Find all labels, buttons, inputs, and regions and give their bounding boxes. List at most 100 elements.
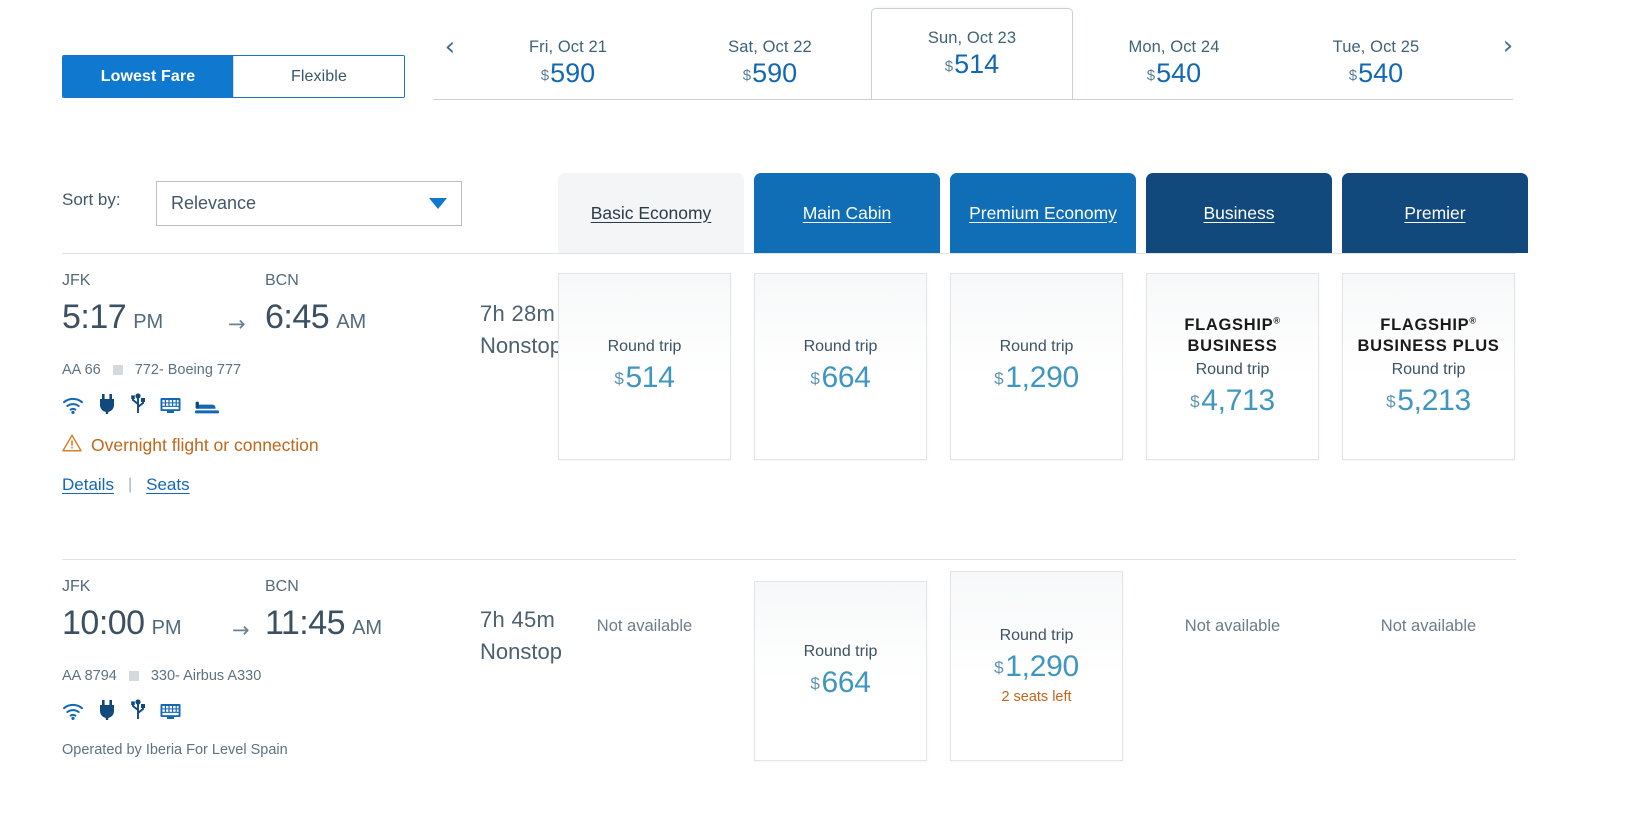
cabin-class-header: Basic Economy Main Cabin Premium Economy…: [0, 173, 1626, 253]
fare-cell-premium-economy: Round trip $1,290: [950, 273, 1123, 460]
seats-link[interactable]: Seats: [146, 475, 189, 495]
flight-duration-block: 7h 28m Nonstop: [480, 301, 562, 359]
fare-price-value: 664: [822, 666, 871, 699]
fare-toggle-lowest-fare[interactable]: Lowest Fare: [63, 56, 233, 97]
fare-price-value: 1,290: [1005, 361, 1079, 394]
overnight-warning: Overnight flight or connection: [62, 434, 319, 457]
date-tab-day: Fri, Oct 21: [529, 38, 607, 57]
date-tab-day: Sun, Oct 23: [928, 29, 1016, 48]
fare-price: $4,713: [1190, 384, 1275, 418]
flight-duration: 7h 45m: [480, 607, 562, 633]
fare-price-value: 1,290: [1005, 650, 1079, 683]
fare-unavailable-business: Not available: [1146, 617, 1319, 636]
date-tab-mon-oct-24[interactable]: Mon, Oct 24 $540: [1073, 25, 1275, 99]
top-bar: Lowest Fare Flexible ‹ Fri, Oct 21 $590 …: [0, 0, 1626, 120]
fare-cell-premium-economy: Round trip $1,290 2 seats left: [950, 571, 1123, 761]
fare-brand-name: FLAGSHIP® BUSINESS PLUS: [1357, 315, 1499, 356]
currency-symbol: $: [614, 369, 623, 388]
fare-card-business[interactable]: FLAGSHIP® BUSINESS Round trip $4,713: [1146, 273, 1319, 460]
fare-cell-business: FLAGSHIP® BUSINESS Round trip $4,713: [1146, 273, 1319, 460]
depart-time: 5:17 PM: [62, 298, 163, 337]
date-tab-price-value: 590: [752, 58, 797, 88]
fare-cell-main-cabin: Round trip $664: [754, 581, 927, 761]
fare-brand-name: FLAGSHIP® BUSINESS: [1184, 315, 1280, 356]
fare-price: $5,213: [1386, 384, 1471, 418]
currency-symbol: $: [810, 369, 819, 388]
depart-meridiem: PM: [133, 311, 163, 334]
depart-time: 10:00 PM: [62, 604, 182, 643]
fare-trip-label: Round trip: [1196, 361, 1270, 379]
cabin-tab-premium-economy[interactable]: Premium Economy: [950, 173, 1136, 253]
cabin-tab-main-cabin[interactable]: Main Cabin: [754, 173, 940, 253]
fare-card-basic-economy[interactable]: Round trip $514: [558, 273, 731, 460]
fare-trip-label: Round trip: [1392, 361, 1466, 379]
fare-cell-business: Not available: [1146, 617, 1319, 636]
flight-duration: 7h 28m: [480, 301, 562, 327]
flight-times: 10:00 PM → 11:45 AM 7h 45m Nonstop: [62, 604, 288, 650]
origin-code: JFK: [62, 272, 90, 290]
destination-code: BCN: [265, 272, 299, 290]
chevron-right-icon[interactable]: ›: [1491, 12, 1525, 98]
fare-toggle-flexible[interactable]: Flexible: [233, 56, 404, 97]
fare-cell-main-cabin: Round trip $664: [754, 273, 927, 460]
currency-symbol: $: [1147, 67, 1155, 84]
entertainment-screen-icon: [160, 703, 181, 720]
date-tab-price-value: 540: [1156, 58, 1201, 88]
arrow-right-icon: →: [228, 312, 246, 336]
flight-meta: AA 8794 330- Airbus A330: [62, 666, 288, 686]
arrive-time: 11:45 AM: [265, 604, 382, 643]
separator-square-icon: [129, 671, 139, 681]
lie-flat-seat-icon: [195, 399, 219, 414]
fare-trip-label: Round trip: [608, 338, 682, 356]
date-tab-day: Tue, Oct 25: [1333, 38, 1420, 57]
currency-symbol: $: [743, 67, 751, 84]
wifi-icon: [62, 702, 84, 720]
warning-triangle-icon: [62, 434, 82, 457]
registered-trademark-icon: ®: [1469, 316, 1476, 326]
flight-number: AA 8794: [62, 668, 117, 684]
amenity-icons: [62, 393, 319, 414]
chevron-left-icon[interactable]: ‹: [433, 13, 467, 99]
cabin-tab-label: Main Cabin: [803, 203, 892, 224]
flight-duration-block: 7h 45m Nonstop: [480, 607, 562, 665]
date-tab-price: $590: [743, 59, 797, 87]
currency-symbol: $: [1190, 392, 1199, 411]
seats-left-badge: 2 seats left: [1001, 689, 1071, 705]
fare-trip-label: Round trip: [804, 338, 878, 356]
fare-unavailable-premier: Not available: [1342, 617, 1515, 636]
cabin-tab-premier[interactable]: Premier: [1342, 173, 1528, 253]
currency-symbol: $: [541, 67, 549, 84]
details-link[interactable]: Details: [62, 475, 114, 495]
fare-card-main-cabin[interactable]: Round trip $664: [754, 581, 927, 761]
arrive-time: 6:45 AM: [265, 298, 366, 337]
cabin-tab-business[interactable]: Business: [1146, 173, 1332, 253]
fare-card-premium-economy[interactable]: Round trip $1,290: [950, 273, 1123, 460]
origin-code: JFK: [62, 578, 90, 596]
fare-cell-basic-economy: Round trip $514: [558, 273, 731, 460]
fare-price: $664: [810, 666, 870, 700]
date-tab-tue-oct-25[interactable]: Tue, Oct 25 $540: [1275, 25, 1477, 99]
date-tab-day: Mon, Oct 24: [1129, 38, 1220, 57]
date-tab-sun-oct-23[interactable]: Sun, Oct 23 $514: [871, 8, 1073, 100]
fare-card-premier[interactable]: FLAGSHIP® BUSINESS PLUS Round trip $5,21…: [1342, 273, 1515, 460]
fare-brand-line2: BUSINESS: [1188, 337, 1278, 355]
cabin-tab-basic-economy[interactable]: Basic Economy: [558, 173, 744, 253]
depart-time-value: 5:17: [62, 298, 126, 337]
fare-card-main-cabin[interactable]: Round trip $664: [754, 273, 927, 460]
date-tab-price: $540: [1349, 59, 1403, 87]
date-tab-fri-oct-21[interactable]: Fri, Oct 21 $590: [467, 25, 669, 99]
cabin-tab-label: Basic Economy: [591, 203, 712, 224]
currency-symbol: $: [945, 58, 953, 75]
registered-trademark-icon: ®: [1273, 316, 1280, 326]
fare-type-toggle[interactable]: Lowest Fare Flexible: [62, 55, 405, 98]
fare-brand-line2: BUSINESS PLUS: [1357, 337, 1499, 355]
date-tab-sat-oct-22[interactable]: Sat, Oct 22 $590: [669, 25, 871, 99]
fare-price-value: 664: [822, 361, 871, 394]
fare-card-premium-economy[interactable]: Round trip $1,290 2 seats left: [950, 571, 1123, 761]
flight-links: Details | Seats: [62, 475, 319, 495]
cabin-tab-label: Premier: [1404, 203, 1465, 224]
date-tab-price: $590: [541, 59, 595, 87]
currency-symbol: $: [1386, 392, 1395, 411]
arrive-meridiem: AM: [352, 617, 382, 640]
usb-port-icon: [130, 393, 146, 414]
